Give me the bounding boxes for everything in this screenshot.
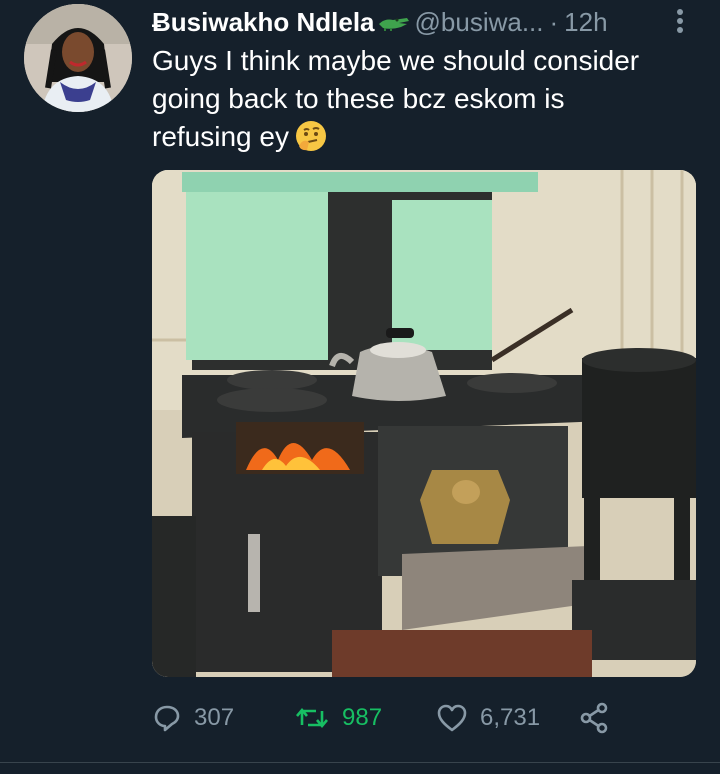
reply-count: 307 xyxy=(194,704,235,731)
tweet-image[interactable] xyxy=(152,170,696,677)
heart-icon xyxy=(437,704,467,732)
avatar-photo xyxy=(24,4,132,112)
tweet-text-line: going back to these bcz eskom is xyxy=(152,83,565,114)
tweet-text-line: Guys I think maybe we should consider xyxy=(152,45,640,76)
separator-dot: · xyxy=(549,6,559,37)
tweet-actions: 307 987 6,731 xyxy=(152,698,692,738)
more-options-button[interactable] xyxy=(668,4,692,40)
author-handle[interactable]: @busiwa... xyxy=(415,7,544,38)
author-name[interactable]: Ƀusiwakho Ndlela xyxy=(152,7,375,38)
reply-button[interactable]: 307 xyxy=(152,698,234,738)
more-vertical-icon xyxy=(677,9,683,33)
thinking-face-icon xyxy=(295,120,327,162)
avatar[interactable] xyxy=(24,4,132,112)
retweet-icon xyxy=(296,707,328,729)
tweet-text: Guys I think maybe we should consider go… xyxy=(152,42,692,162)
reply-icon xyxy=(154,705,180,732)
divider xyxy=(0,762,720,763)
stove-photo xyxy=(152,170,696,677)
tweet-text-segment: refusing ey xyxy=(152,121,289,152)
share-icon xyxy=(580,702,608,734)
crocodile-icon xyxy=(377,12,411,32)
retweet-button[interactable]: 987 xyxy=(294,698,382,738)
tweet-text-line: refusing ey xyxy=(152,118,692,162)
retweet-count: 987 xyxy=(342,704,383,731)
share-button[interactable] xyxy=(578,698,610,738)
like-count: 6,731 xyxy=(480,704,541,731)
timestamp[interactable]: 12h xyxy=(564,7,607,38)
tweet-header: Ƀusiwakho Ndlela @busiwa... · 12h xyxy=(152,4,692,40)
like-button[interactable]: 6,731 xyxy=(436,698,540,738)
